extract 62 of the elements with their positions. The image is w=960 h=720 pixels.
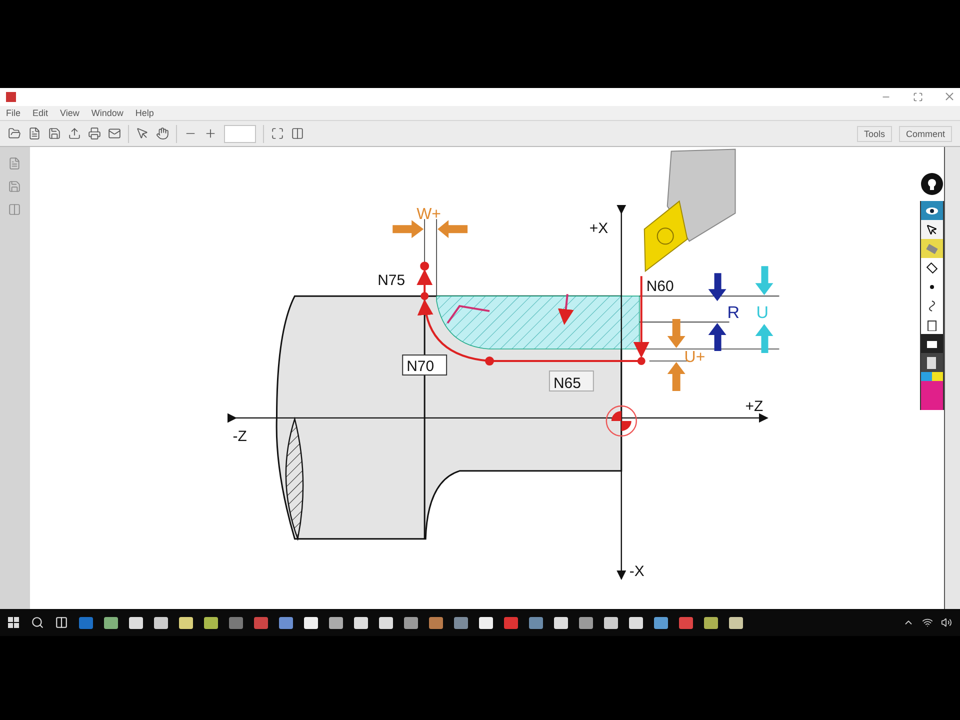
- lightbulb-icon[interactable]: [920, 173, 943, 195]
- taskbar-app-icon[interactable]: [579, 616, 593, 628]
- page-layout-icon[interactable]: [291, 127, 304, 140]
- taskbar-app-icon[interactable]: [329, 616, 343, 628]
- mail-icon[interactable]: [108, 127, 121, 140]
- taskbar-app-icon[interactable]: [129, 616, 143, 628]
- w-plus-label: W+: [416, 206, 441, 224]
- plus-x-label: +X: [589, 220, 608, 238]
- taskbar-app-icon[interactable]: [279, 616, 293, 628]
- taskbar-app-icon[interactable]: [554, 616, 568, 628]
- r-label: R: [727, 303, 740, 322]
- close-icon[interactable]: [945, 92, 954, 101]
- menu-item[interactable]: Help: [135, 108, 154, 118]
- menu-item[interactable]: Window: [91, 108, 124, 118]
- taskbar-app-icon[interactable]: [379, 616, 393, 628]
- color-palette-icon[interactable]: [920, 372, 944, 391]
- taskbar-app-icon[interactable]: [179, 616, 193, 628]
- minus-x-label: -X: [629, 562, 644, 580]
- zoom-in-icon[interactable]: [204, 127, 217, 140]
- minus-z-label: -Z: [232, 428, 247, 445]
- u-plus-label: U+: [684, 349, 706, 366]
- menu-item[interactable]: File: [6, 108, 21, 118]
- taskbar-app-icon[interactable]: [654, 616, 668, 628]
- tools-button[interactable]: Tools: [856, 126, 892, 142]
- taskbar-app-icon[interactable]: [479, 616, 493, 628]
- eraser-icon[interactable]: [920, 258, 944, 277]
- zoom-field[interactable]: [224, 124, 256, 142]
- comment-button[interactable]: Comment: [898, 126, 952, 142]
- network-icon[interactable]: [922, 617, 933, 628]
- windows-logo-icon[interactable]: [8, 616, 20, 628]
- eye-icon[interactable]: [920, 201, 944, 220]
- folder-icon[interactable]: [8, 127, 21, 140]
- scrollbar[interactable]: [944, 147, 960, 609]
- task-view-icon[interactable]: [55, 616, 68, 629]
- n70-label: N70: [406, 358, 434, 375]
- taskbar-app-icon[interactable]: [404, 616, 418, 628]
- taskbar-app-icon[interactable]: [704, 616, 718, 628]
- pointer-icon[interactable]: [136, 127, 149, 140]
- pointer-tool-icon[interactable]: [920, 220, 944, 239]
- taskbar-app-icon[interactable]: [729, 616, 743, 628]
- upload-icon[interactable]: [68, 127, 81, 140]
- menu-item[interactable]: Edit: [32, 108, 48, 118]
- menu-item[interactable]: View: [60, 108, 80, 118]
- n60-label: N60: [646, 278, 674, 296]
- speaker-icon[interactable]: [941, 617, 952, 628]
- u-label: U: [756, 303, 768, 322]
- taskbar-app-icon[interactable]: [304, 616, 318, 628]
- page-thumbnail-icon[interactable]: [8, 157, 22, 170]
- taskbar-app-icon[interactable]: [629, 616, 643, 628]
- n65-label: N65: [553, 375, 581, 392]
- taskbar-app-icon[interactable]: [354, 616, 368, 628]
- taskbar-app-icon[interactable]: [604, 616, 618, 628]
- n75-label: N75: [378, 272, 406, 290]
- taskbar-app-icon[interactable]: [104, 616, 118, 628]
- taskbar-app-icon[interactable]: [154, 616, 168, 628]
- document-icon[interactable]: [28, 127, 41, 140]
- taskbar-app-icon[interactable]: [204, 616, 218, 628]
- plus-z-label: +Z: [745, 398, 764, 415]
- highlighter-icon[interactable]: [920, 239, 944, 258]
- hand-icon[interactable]: [156, 127, 169, 140]
- search-icon[interactable]: [31, 616, 44, 629]
- printer-icon[interactable]: [88, 127, 101, 140]
